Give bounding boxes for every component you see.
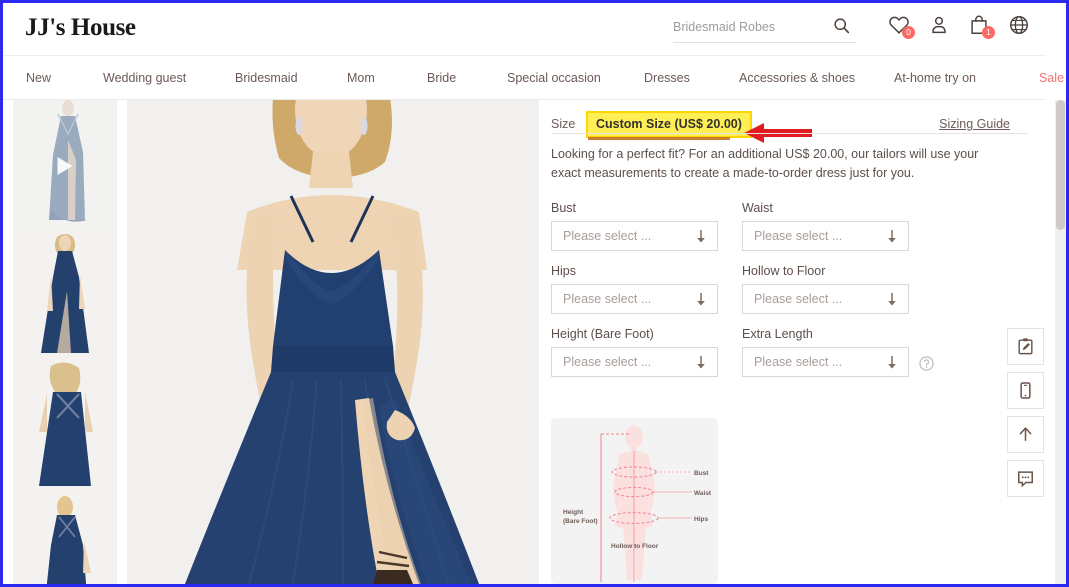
nav-item-bridesmaid[interactable]: Bridesmaid [235,71,298,85]
diagram-label-waist: Waist [694,490,712,497]
field-hips: Hips Please select ... [551,264,718,314]
field-row-2: Hips Please select ... Hollow to Floor P… [551,264,1028,327]
select-hollow-to-floor-value: Please select ... [754,292,843,306]
search-container [673,16,856,43]
diagram-label-hips: Hips [694,516,708,523]
site-header: JJ's House 0 [3,3,1046,56]
diagram-label-height: Height [563,509,584,516]
field-row-1: Bust Please select ... Waist Please sele… [551,201,1028,264]
select-extra-length[interactable]: Please select ... [742,347,909,377]
account-user-icon[interactable] [928,14,950,36]
chevron-down-icon [888,230,896,243]
diagram-label-height-sub: (Bare Foot) [563,518,598,525]
primary-navigation: New Wedding guest Bridesmaid Mom Bride Specia… [3,56,1064,100]
size-selector-row: Size Custom Size (US$ 20.00) Sizing Guid… [551,111,1028,143]
layout-gutter [539,100,551,584]
select-extra-length-value: Please select ... [754,355,843,369]
chevron-down-icon [697,230,705,243]
header-icon-group: 0 1 [888,14,1030,39]
size-label: Size [551,117,576,131]
select-height-bare-foot[interactable]: Please select ... [551,347,718,377]
select-hips[interactable]: Please select ... [551,284,718,314]
nav-item-sale[interactable]: Sale [1039,71,1064,85]
scroll-to-top-icon[interactable] [1007,416,1044,453]
cart-count-badge: 1 [982,26,995,39]
chevron-down-icon [697,356,705,369]
nav-item-mom[interactable]: Mom [347,71,375,85]
select-height-value: Please select ... [563,355,652,369]
search-input[interactable] [673,16,823,38]
shopping-bag-icon[interactable]: 1 [968,14,995,39]
field-label-height-bare-foot: Height (Bare Foot) [551,327,654,341]
chevron-down-icon [888,356,896,369]
thumbnail-gallery-rail[interactable] [3,100,127,584]
question-mark-circle-icon[interactable] [919,356,934,371]
browser-viewport: JJ's House 0 [0,0,1069,587]
review-write-icon[interactable] [1007,328,1044,365]
nav-item-wedding-guest[interactable]: Wedding guest [103,71,186,85]
field-label-hips: Hips [551,264,577,278]
chat-bubble-icon[interactable] [1007,460,1044,497]
main-product-image[interactable] [127,100,539,584]
thumbnail-back-full[interactable] [13,493,117,584]
wishlist-heart-icon[interactable]: 0 [888,14,915,39]
page-content: JJ's House 0 [3,3,1066,584]
nav-item-at-home-try-on[interactable]: At-home try on [894,71,976,85]
sizing-guide-link[interactable]: Sizing Guide [939,117,1010,131]
field-label-hollow-to-floor: Hollow to Floor [742,264,826,278]
select-waist-value: Please select ... [754,229,843,243]
product-options-panel: Size Custom Size (US$ 20.00) Sizing Guid… [551,100,1046,584]
custom-size-tab-underline [588,137,730,140]
select-waist[interactable]: Please select ... [742,221,909,251]
nav-item-bride[interactable]: Bride [427,71,456,85]
panel-divider [551,133,1028,134]
select-bust-value: Please select ... [563,229,652,243]
mobile-phone-icon[interactable] [1007,372,1044,409]
wishlist-count-badge: 0 [902,26,915,39]
field-extra-length: Extra Length Please select ... [742,327,909,377]
diagram-label-bust: Bust [694,470,709,477]
nav-item-dresses[interactable]: Dresses [644,71,690,85]
select-bust[interactable]: Please select ... [551,221,718,251]
thumbnail-video[interactable] [13,100,117,231]
measurement-fields: Bust Please select ... Waist Please sele… [551,201,1028,390]
measurement-diagram: Bust Waist Hips Height (Bare Foot) Hollo… [551,418,718,584]
thumbnail-back-close[interactable] [13,362,117,493]
nav-item-special-occasion[interactable]: Special occasion [507,71,601,85]
field-bust: Bust Please select ... [551,201,718,251]
nav-item-accessories-shoes[interactable]: Accessories & shoes [739,71,855,85]
field-waist: Waist Please select ... [742,201,909,251]
field-height-bare-foot: Height (Bare Foot) Please select ... [551,327,718,377]
select-hips-value: Please select ... [563,292,652,306]
field-label-extra-length: Extra Length [742,327,813,341]
search-icon[interactable] [833,17,850,34]
chevron-down-icon [697,293,705,306]
field-row-3: Height (Bare Foot) Please select ... Ext… [551,327,1028,390]
site-logo[interactable]: JJ's House [25,14,136,42]
play-icon[interactable] [57,156,73,175]
page-scrollbar-thumb[interactable] [1056,100,1065,230]
globe-language-icon[interactable] [1008,14,1030,36]
field-label-waist: Waist [742,201,773,215]
chevron-down-icon [888,293,896,306]
page-scrollbar-track[interactable] [1055,100,1066,584]
thumbnail-front[interactable] [13,231,117,362]
select-hollow-to-floor[interactable]: Please select ... [742,284,909,314]
field-label-bust: Bust [551,201,577,215]
floating-action-buttons [1007,328,1044,497]
diagram-label-hollow: Hollow to Floor [611,543,659,550]
custom-size-description: Looking for a perfect fit? For an additi… [551,147,979,180]
field-hollow-to-floor: Hollow to Floor Please select ... [742,264,909,314]
nav-item-new[interactable]: New [26,71,51,85]
